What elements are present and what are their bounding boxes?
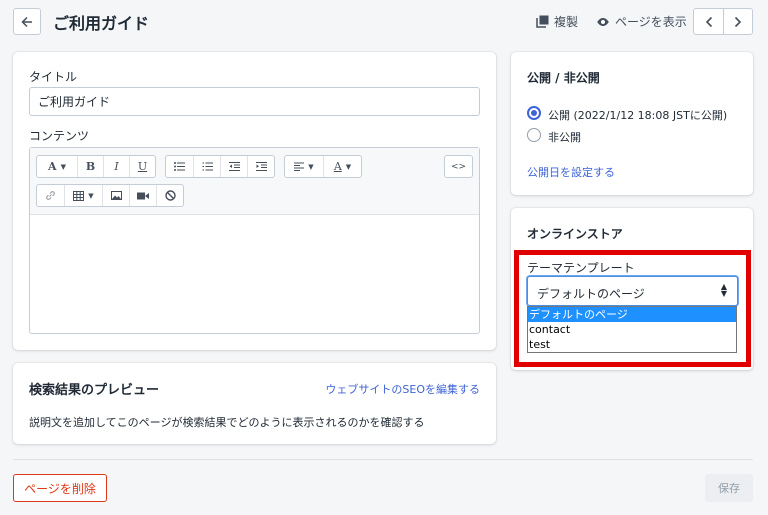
theme-template-dropdown: デフォルトのページ contact test (527, 306, 737, 353)
view-page-button[interactable]: ページを表示 (596, 13, 687, 30)
numbered-list-button[interactable] (193, 156, 220, 177)
italic-button[interactable]: I (103, 156, 129, 177)
chevron-right-icon (734, 16, 742, 27)
link-icon (46, 191, 55, 200)
insert-video-button[interactable] (129, 185, 156, 206)
title-input[interactable] (29, 87, 480, 116)
page-navigation (693, 8, 753, 35)
seo-description: 説明文を追加してこのページが検索結果でどのように表示されるのかを確認する (29, 416, 425, 429)
clear-format-icon (164, 190, 176, 201)
duplicate-icon (536, 15, 549, 28)
theme-template-label: テーマテンプレート (527, 261, 635, 275)
text-color-label: A (333, 160, 342, 173)
template-option-test[interactable]: test (528, 337, 736, 352)
save-button[interactable]: 保存 (705, 474, 753, 502)
underline-button[interactable]: U (129, 156, 155, 177)
back-button[interactable] (13, 8, 41, 35)
select-arrows-icon: ▲ ▼ (720, 282, 727, 298)
visibility-card-title: 公開 / 非公開 (527, 71, 600, 85)
duplicate-button[interactable]: 複製 (536, 13, 578, 30)
insert-image-button[interactable] (102, 185, 129, 206)
insert-group: ▼ (36, 184, 184, 207)
image-icon (110, 191, 122, 200)
insert-table-dropdown[interactable]: ▼ (64, 185, 102, 206)
html-view-button[interactable]: <> (445, 156, 472, 177)
content-label: コンテンツ (29, 129, 90, 143)
duplicate-label: 複製 (554, 15, 579, 29)
delete-page-button[interactable]: ページを削除 (13, 474, 107, 502)
visible-radio[interactable] (527, 106, 541, 120)
text-color-dropdown[interactable]: A ▼ (323, 156, 361, 177)
bullet-list-icon (174, 162, 185, 171)
outdent-button[interactable] (220, 156, 247, 177)
video-icon (137, 192, 149, 199)
hidden-radio-label: 非公開 (548, 131, 581, 144)
edit-seo-link[interactable]: ウェブサイトのSEOを編集する (325, 381, 480, 397)
theme-template-selected-value: デフォルトのページ (537, 287, 645, 301)
template-option-default[interactable]: デフォルトのページ (528, 307, 736, 322)
previous-page-button[interactable] (694, 9, 723, 34)
html-group: <> (444, 155, 473, 178)
editor-body[interactable] (30, 216, 479, 333)
editor-toolbar: A ▼ B I U ▼ A ▼ <> ▼ (30, 148, 479, 215)
theme-template-select[interactable]: デフォルトのページ ▲ ▼ (527, 276, 738, 306)
visible-radio-label: 公開 (2022/1/12 18:08 JSTに公開) (548, 109, 728, 122)
rich-text-editor: A ▼ B I U ▼ A ▼ <> ▼ (29, 147, 480, 334)
bullet-list-button[interactable] (166, 156, 193, 177)
title-label: タイトル (29, 70, 78, 84)
bold-button[interactable]: B (77, 156, 103, 177)
table-icon (73, 190, 85, 201)
top-bar: ご利用ガイド 複製 ページを表示 (0, 0, 768, 42)
eye-icon (597, 17, 609, 26)
align-left-icon (294, 162, 305, 171)
online-store-card-title: オンラインストア (527, 227, 623, 241)
seo-card-title: 検索結果のプレビュー (29, 383, 160, 398)
indent-icon (255, 162, 267, 171)
template-option-contact[interactable]: contact (528, 322, 736, 337)
page-title: ご利用ガイド (53, 14, 150, 33)
align-dropdown[interactable]: ▼ (285, 156, 323, 177)
set-publish-date-link[interactable]: 公開日を設定する (527, 164, 615, 180)
numbered-list-icon (202, 162, 213, 171)
list-group (165, 155, 275, 178)
chevron-left-icon (705, 16, 712, 27)
text-style-group: A ▼ B I U (36, 155, 156, 178)
visibility-card: 公開 / 非公開 公開 (2022/1/12 18:08 JSTに公開) 非公開… (511, 52, 753, 195)
footer-divider (13, 459, 753, 460)
view-page-label: ページを表示 (615, 15, 687, 29)
insert-link-button[interactable] (37, 185, 64, 206)
hidden-radio[interactable] (527, 128, 541, 142)
next-page-button[interactable] (723, 9, 752, 34)
content-card: タイトル コンテンツ A▼ B I U (13, 52, 496, 350)
clear-formatting-button[interactable] (156, 185, 183, 206)
seo-preview-card: 検索結果のプレビュー ウェブサイトのSEOを編集する 説明文を追加してこのページ… (13, 363, 496, 444)
align-color-group: ▼ A ▼ (284, 155, 362, 178)
outdent-icon (228, 162, 240, 171)
font-format-label: A (48, 160, 57, 173)
indent-button[interactable] (247, 156, 274, 177)
back-arrow-icon (21, 16, 32, 27)
font-format-dropdown[interactable]: A ▼ (37, 156, 77, 177)
